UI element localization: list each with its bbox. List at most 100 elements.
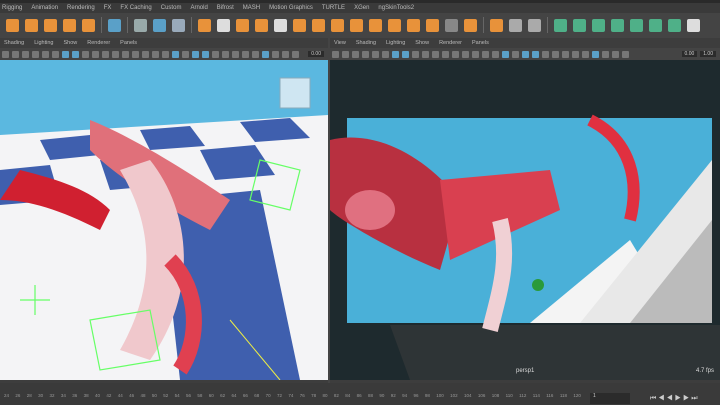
viewport-tool-icon[interactable] [512, 50, 519, 58]
viewport-tool-icon[interactable] [382, 50, 389, 58]
panel-menu-renderer[interactable]: Renderer [87, 40, 110, 46]
viewport-tool-icon[interactable] [522, 50, 529, 58]
panel-menu-shading[interactable]: Shading [4, 40, 24, 46]
panel-menu-lighting[interactable]: Lighting [386, 40, 405, 46]
shelf-tool-icon[interactable] [630, 18, 643, 32]
shelf-tab[interactable]: Custom [161, 5, 182, 11]
shelf-tool-icon[interactable] [82, 18, 95, 32]
viewport-tool-icon[interactable] [182, 50, 189, 58]
viewport-tool-icon[interactable] [562, 50, 569, 58]
viewport-tool-icon[interactable] [282, 50, 289, 58]
shelf-tool-icon[interactable] [63, 18, 76, 32]
viewport-tool-icon[interactable] [582, 50, 589, 58]
shelf-tool-icon[interactable] [274, 18, 287, 32]
viewport-tool-icon[interactable] [432, 50, 439, 58]
shelf-tool-icon[interactable] [554, 18, 567, 32]
viewport-tool-icon[interactable] [62, 50, 69, 58]
viewport-tool-icon[interactable] [402, 50, 409, 58]
shelf-tool-icon[interactable] [236, 18, 249, 32]
shelf-tool-icon[interactable] [331, 18, 344, 32]
viewport-tool-icon[interactable] [622, 50, 629, 58]
viewport-tool-icon[interactable] [552, 50, 559, 58]
viewport-tool-icon[interactable] [132, 50, 139, 58]
shelf-tool-icon[interactable] [687, 18, 700, 32]
viewport-tool-icon[interactable] [472, 50, 479, 58]
shelf-tool-icon[interactable] [293, 18, 306, 32]
panel-menu-shading[interactable]: Shading [356, 40, 376, 46]
shelf-tab[interactable]: Arnold [190, 5, 207, 11]
shelf-tool-icon[interactable] [611, 18, 624, 32]
panel-menu-panels[interactable]: Panels [120, 40, 137, 46]
viewport-tool-icon[interactable] [32, 50, 39, 58]
shelf-tool-icon[interactable] [573, 18, 586, 32]
shelf-tool-icon[interactable] [445, 18, 458, 32]
playback-controls[interactable]: ⏮◀◀▶▶⏭ [650, 395, 700, 403]
viewport-tool-icon[interactable] [442, 50, 449, 58]
shelf-tool-icon[interactable] [426, 18, 439, 32]
shelf-tool-icon[interactable] [509, 18, 522, 32]
time-slider[interactable]: 24 26 28 30 32 34 36 38 40 42 44 46 48 50 52 54 56 58 60 62… [0, 383, 720, 405]
shelf-tool-icon[interactable] [134, 18, 147, 32]
panel-menu-view[interactable]: View [334, 40, 346, 46]
viewport-tool-icon[interactable] [72, 50, 79, 58]
viewport-tool-icon[interactable] [452, 50, 459, 58]
viewport-tool-icon[interactable] [612, 50, 619, 58]
shelf-tool-icon[interactable] [528, 18, 541, 32]
viewport-tool-icon[interactable] [292, 50, 299, 58]
viewport-tool-icon[interactable] [592, 50, 599, 58]
shelf-tool-icon[interactable] [388, 18, 401, 32]
panel-menu-renderer[interactable]: Renderer [439, 40, 462, 46]
viewport-tool-icon[interactable] [412, 50, 419, 58]
viewport-tool-icon[interactable] [22, 50, 29, 58]
shelf-tool-icon[interactable] [6, 18, 19, 32]
panel-menu-lighting[interactable]: Lighting [34, 40, 53, 46]
viewport-tool-icon[interactable] [102, 50, 109, 58]
shelf-tool-icon[interactable] [25, 18, 38, 32]
viewport-tool-icon[interactable] [392, 50, 399, 58]
right-value-1[interactable]: 0.00 [681, 51, 698, 57]
viewport-tool-icon[interactable] [492, 50, 499, 58]
shelf-tool-icon[interactable] [108, 18, 121, 32]
viewport-tool-icon[interactable] [372, 50, 379, 58]
shelf-tool-icon[interactable] [172, 18, 185, 32]
viewport-tool-icon[interactable] [462, 50, 469, 58]
viewport-tool-icon[interactable] [12, 50, 19, 58]
shelf-tool-icon[interactable] [198, 18, 211, 32]
viewport-tool-icon[interactable] [502, 50, 509, 58]
shelf-tool-icon[interactable] [350, 18, 363, 32]
shelf-tool-icon[interactable] [490, 18, 503, 32]
viewport-tool-icon[interactable] [542, 50, 549, 58]
viewport-tool-icon[interactable] [422, 50, 429, 58]
viewport-tool-icon[interactable] [272, 50, 279, 58]
panel-menu-panels[interactable]: Panels [472, 40, 489, 46]
viewport-tool-icon[interactable] [572, 50, 579, 58]
viewport-tool-icon[interactable] [602, 50, 609, 58]
right-viewport[interactable]: persp1 4.7 fps [330, 60, 720, 380]
viewport-tool-icon[interactable] [342, 50, 349, 58]
viewport-tool-icon[interactable] [42, 50, 49, 58]
viewport-tool-icon[interactable] [52, 50, 59, 58]
viewport-tool-icon[interactable] [242, 50, 249, 58]
shelf-tool-icon[interactable] [153, 18, 166, 32]
viewport-tool-icon[interactable] [112, 50, 119, 58]
viewport-tool-icon[interactable] [232, 50, 239, 58]
shelf-tool-icon[interactable] [649, 18, 662, 32]
shelf-tool-icon[interactable] [312, 18, 325, 32]
viewport-tool-icon[interactable] [192, 50, 199, 58]
viewport-tool-icon[interactable] [162, 50, 169, 58]
viewport-tool-icon[interactable] [252, 50, 259, 58]
viewport-tool-icon[interactable] [2, 50, 9, 58]
viewport-tool-icon[interactable] [222, 50, 229, 58]
shelf-tab[interactable]: FX Caching [120, 5, 151, 11]
viewport-tool-icon[interactable] [352, 50, 359, 58]
shelf-tool-icon[interactable] [369, 18, 382, 32]
shelf-tab[interactable]: Animation [31, 5, 58, 11]
shelf-tab[interactable]: Bifrost [217, 5, 234, 11]
panel-menu-show[interactable]: Show [63, 40, 77, 46]
shelf-tab[interactable]: XGen [354, 5, 369, 11]
viewport-tool-icon[interactable] [332, 50, 339, 58]
shelf-tool-icon[interactable] [668, 18, 681, 32]
shelf-tab[interactable]: Motion Graphics [269, 5, 313, 11]
shelf-tool-icon[interactable] [44, 18, 57, 32]
shelf-tab[interactable]: FX [104, 5, 112, 11]
